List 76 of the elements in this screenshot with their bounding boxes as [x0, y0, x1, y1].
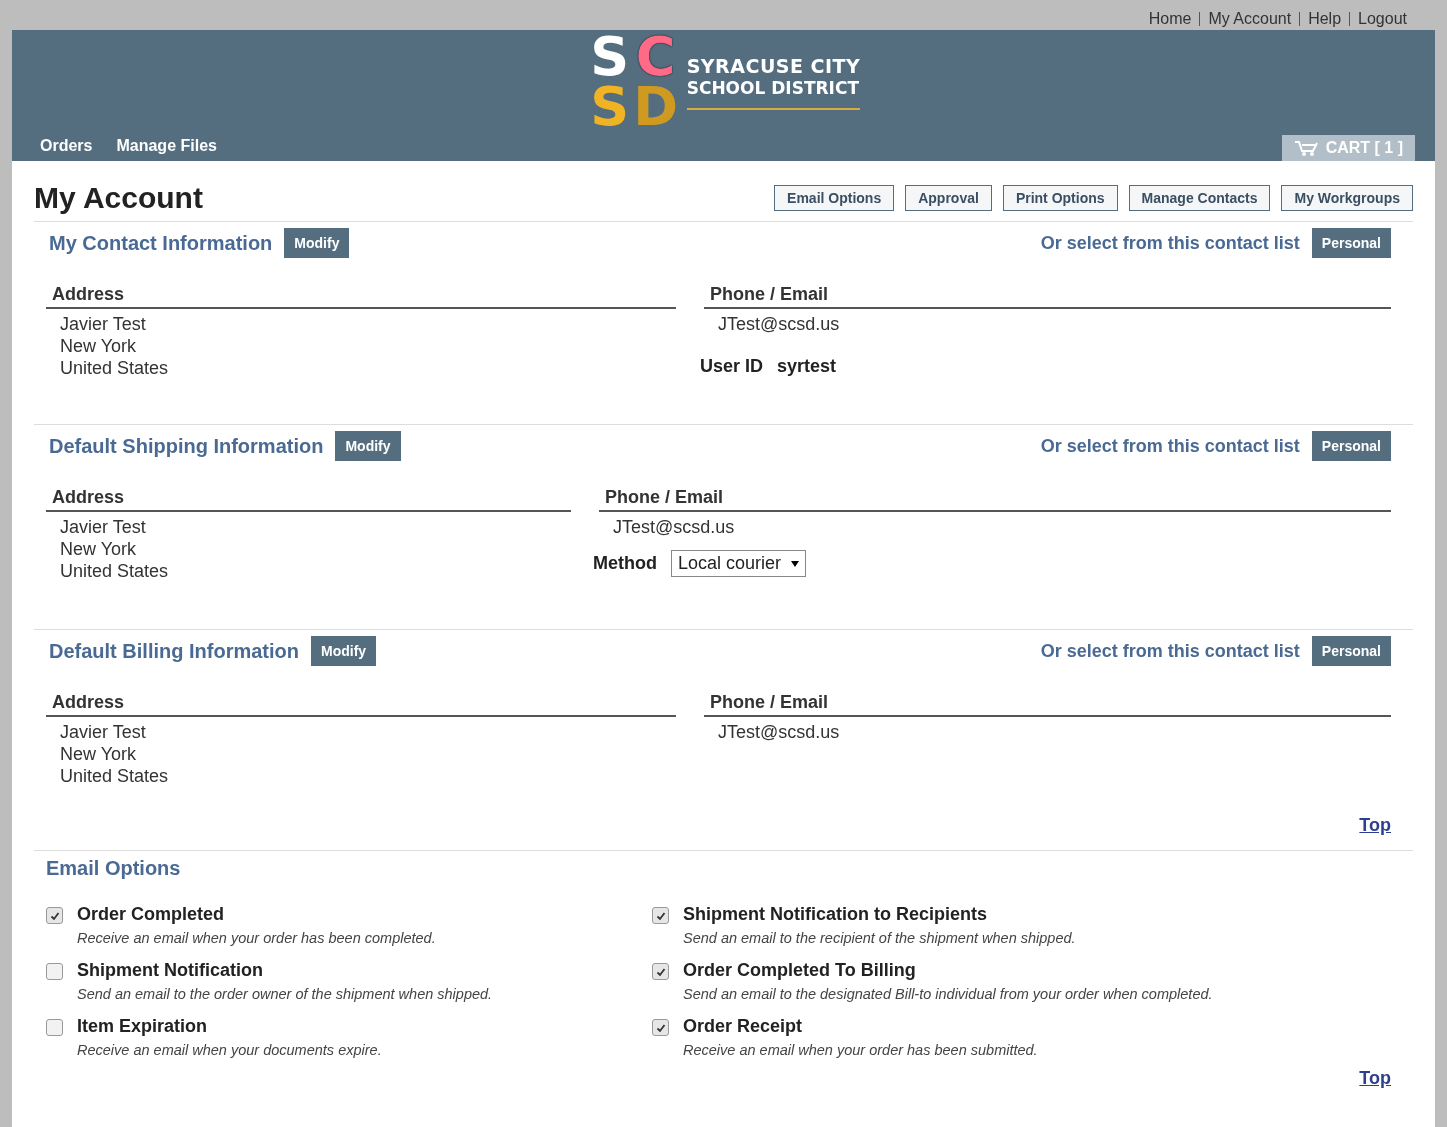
- toolbar-button[interactable]: Email Options: [774, 185, 895, 211]
- option-title: Order Completed: [77, 904, 226, 925]
- checkbox[interactable]: [46, 963, 63, 980]
- modify-button[interactable]: Modify: [335, 431, 401, 461]
- section-title: Default Shipping Information: [49, 434, 324, 458]
- top-nav-link[interactable]: Home: [1140, 10, 1200, 28]
- option-title: Shipment Notification to Recipients: [683, 904, 988, 925]
- email-address: JTest@scsd.us: [718, 721, 841, 743]
- option-title: Shipment Notification: [77, 960, 264, 981]
- contact-list-button[interactable]: Personal: [1311, 636, 1391, 666]
- address-line: New York: [60, 538, 138, 560]
- email-address: JTest@scsd.us: [613, 516, 736, 538]
- contact-list-button[interactable]: Personal: [1311, 431, 1391, 461]
- column-heading: Phone / Email: [704, 692, 1391, 717]
- contact-list-button[interactable]: Personal: [1311, 228, 1391, 258]
- section-title: My Contact Information: [49, 231, 273, 255]
- top-link[interactable]: Top: [1359, 1068, 1391, 1089]
- column-heading: Phone / Email: [599, 487, 1391, 512]
- toolbar-button[interactable]: Print Options: [1002, 185, 1118, 211]
- option-description: Send an email to the order owner of the shipment when shipped.: [77, 986, 493, 1002]
- modify-button[interactable]: Modify: [284, 228, 350, 258]
- toolbar-button[interactable]: My Workgroups: [1281, 185, 1413, 211]
- check-icon: [49, 910, 60, 921]
- checkbox[interactable]: [46, 907, 63, 924]
- contact-list-label: Or select from this contact list: [1040, 232, 1300, 254]
- option-title: Order Completed To Billing: [683, 960, 917, 981]
- user-id-value: syrtest: [777, 356, 837, 377]
- address-line: United States: [60, 765, 170, 787]
- caret-icon: [791, 560, 800, 567]
- column-heading: Address: [46, 487, 571, 512]
- checkbox[interactable]: [652, 963, 669, 980]
- column-heading: Address: [46, 284, 676, 309]
- nav-link[interactable]: Manage Files: [116, 137, 217, 155]
- toolbar-button[interactable]: Manage Contacts: [1128, 185, 1271, 211]
- top-nav-link[interactable]: Logout: [1350, 10, 1415, 28]
- email-address: JTest@scsd.us: [718, 313, 841, 335]
- check-icon: [655, 966, 666, 977]
- column-heading: Phone / Email: [704, 284, 1391, 309]
- method-dropdown[interactable]: Local courier: [671, 550, 807, 577]
- checkbox[interactable]: [46, 1019, 63, 1036]
- toolbar-button[interactable]: Approval: [905, 185, 992, 211]
- top-link[interactable]: Top: [1359, 815, 1391, 836]
- option-description: Send an email to the designated Bill-to individual from your order when completed.: [683, 986, 1213, 1002]
- address-line: United States: [60, 357, 170, 379]
- logo-monogram: S C S D: [589, 32, 679, 132]
- option-title: Item Expiration: [77, 1016, 209, 1037]
- address-line: Javier Test: [60, 721, 147, 743]
- top-nav-link[interactable]: Help: [1300, 10, 1350, 28]
- checkbox[interactable]: [652, 1019, 669, 1036]
- page-title: My Account: [34, 181, 203, 215]
- contact-list-label: Or select from this contact list: [1040, 640, 1300, 662]
- option-description: Receive an email when your order has been submitted.: [683, 1042, 1038, 1058]
- address-line: Javier Test: [60, 313, 147, 335]
- district-name: SCHOOL DISTRICT: [686, 77, 861, 98]
- check-icon: [655, 910, 666, 921]
- address-line: Javier Test: [60, 516, 147, 538]
- section-title: Email Options: [46, 857, 182, 880]
- option-description: Receive an email when your documents expire.: [77, 1042, 382, 1058]
- option-description: Receive an email when your order has been completed.: [77, 930, 436, 946]
- contact-list-label: Or select from this contact list: [1040, 435, 1300, 457]
- cart-icon: [1293, 139, 1320, 157]
- option-description: Send an email to the recipient of the shipment when shipped.: [683, 930, 1076, 946]
- nav-link[interactable]: Orders: [40, 137, 93, 155]
- section-title: Default Billing Information: [49, 639, 299, 663]
- option-title: Order Receipt: [683, 1016, 804, 1037]
- address-line: New York: [60, 335, 138, 357]
- method-label: Method: [593, 553, 657, 574]
- user-id-label: User ID: [700, 356, 764, 377]
- district-name: SYRACUSE CITY: [686, 54, 861, 77]
- address-line: United States: [60, 560, 170, 582]
- check-icon: [655, 1022, 666, 1033]
- top-nav-link[interactable]: My Account: [1200, 10, 1300, 28]
- modify-button[interactable]: Modify: [311, 636, 377, 666]
- address-line: New York: [60, 743, 138, 765]
- checkbox[interactable]: [652, 907, 669, 924]
- column-heading: Address: [46, 692, 676, 717]
